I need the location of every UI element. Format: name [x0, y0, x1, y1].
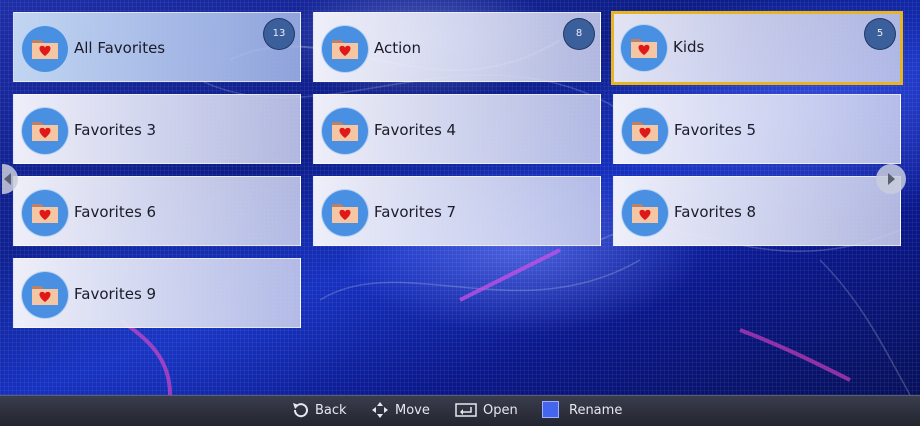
- back-label: Back: [315, 403, 347, 418]
- back-button[interactable]: Back: [291, 396, 347, 426]
- tile-label: Favorites 6: [74, 203, 157, 221]
- move-button[interactable]: Move: [371, 396, 430, 426]
- enter-icon: [455, 402, 477, 417]
- folder-heart-icon: [21, 271, 69, 319]
- tile-label: Action: [374, 39, 421, 57]
- left-arrow-icon: [4, 173, 11, 185]
- favorites-tile-kids[interactable]: Kids 5: [611, 11, 903, 85]
- folder-heart-icon: [620, 24, 668, 72]
- tile-label: Favorites 4: [374, 121, 457, 139]
- favorites-tile-7[interactable]: Favorites 7: [313, 176, 601, 246]
- folder-heart-icon: [21, 25, 69, 73]
- right-arrow-icon: [888, 173, 895, 185]
- folder-heart-icon: [21, 189, 69, 237]
- tile-label: Kids: [673, 38, 705, 56]
- tile-label: Favorites 3: [74, 121, 157, 139]
- move-label: Move: [395, 403, 430, 418]
- folder-heart-icon: [321, 107, 369, 155]
- favorites-tile-8[interactable]: Favorites 8: [613, 176, 901, 246]
- favorites-tile-5[interactable]: Favorites 5: [613, 94, 901, 164]
- tile-label: Favorites 5: [674, 121, 757, 139]
- footer-help-bar: Back Move Open Rename: [0, 395, 920, 426]
- favorites-tile-9[interactable]: Favorites 9: [13, 258, 301, 328]
- item-count-badge: 13: [263, 18, 295, 50]
- folder-heart-icon: [321, 25, 369, 73]
- item-count-badge: 8: [563, 18, 595, 50]
- tile-label: Favorites 9: [74, 285, 157, 303]
- favorites-tile-4[interactable]: Favorites 4: [313, 94, 601, 164]
- folder-heart-icon: [21, 107, 69, 155]
- favorites-tile-action[interactable]: Action 8: [313, 12, 601, 82]
- favorites-tile-all[interactable]: All Favorites 13: [13, 12, 301, 82]
- tile-label: All Favorites: [74, 39, 166, 57]
- folder-heart-icon: [321, 189, 369, 237]
- tile-label: Favorites 7: [374, 203, 457, 221]
- favorites-tile-6[interactable]: Favorites 6: [13, 176, 301, 246]
- item-count-badge: 5: [864, 18, 896, 50]
- folder-heart-icon: [621, 107, 669, 155]
- rename-button[interactable]: Rename: [542, 396, 622, 426]
- blue-key-icon: [542, 401, 559, 418]
- favorites-tile-3[interactable]: Favorites 3: [13, 94, 301, 164]
- back-arrow-icon: [293, 402, 308, 417]
- folder-heart-icon: [621, 189, 669, 237]
- move-arrows-icon: [372, 401, 388, 418]
- open-label: Open: [483, 403, 518, 418]
- tile-label: Favorites 8: [674, 203, 757, 221]
- next-page-button[interactable]: [876, 164, 906, 194]
- rename-label: Rename: [569, 403, 623, 418]
- open-button[interactable]: Open: [455, 396, 518, 426]
